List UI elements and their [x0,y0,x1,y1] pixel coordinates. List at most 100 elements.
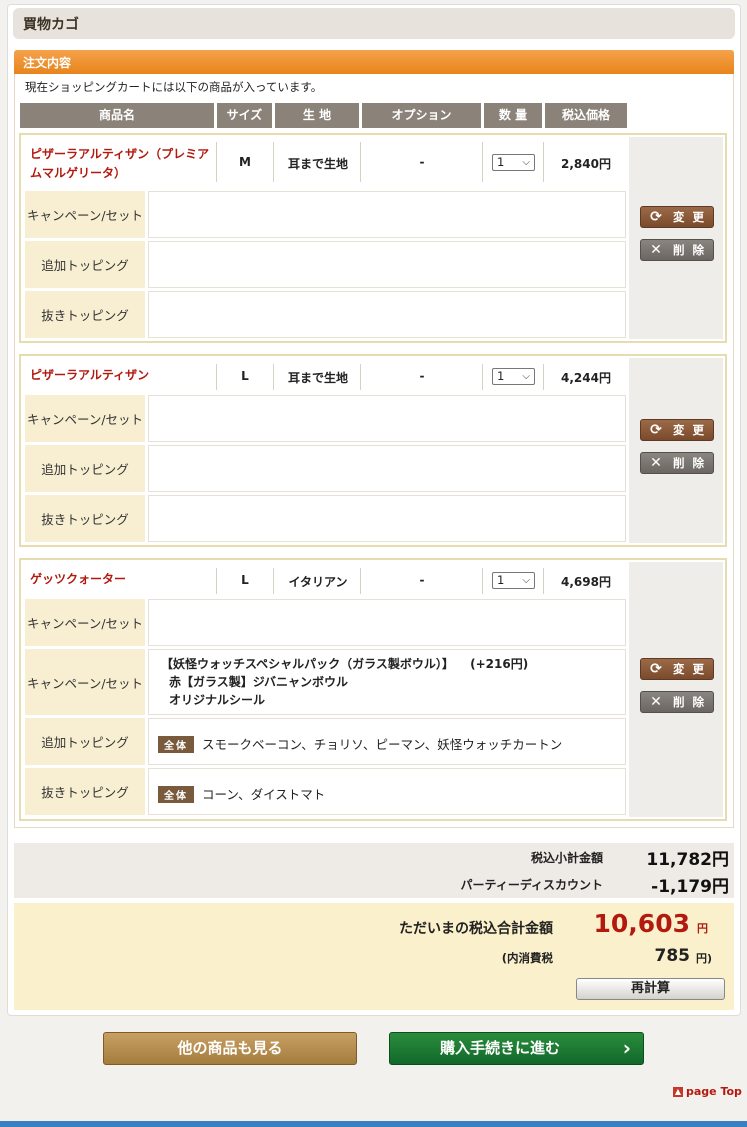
add-toppings-list: スモークベーコン、チョリソ、ピーマン、妖怪ウォッチカートン [202,737,563,752]
item-3-campaign-label: キャンペーン/セット [25,599,145,646]
divider [216,364,217,390]
page-top-label: page Top [686,1085,742,1098]
item-1-size: M [239,155,251,169]
bottom-edge [0,1121,747,1127]
item-2-change-button[interactable]: ⟳ 変 更 [640,419,714,441]
item-3-campaign-content [148,599,626,646]
item-1-quantity-select[interactable]: 1 ⌵ [492,154,535,171]
item-1-remove-topping-content [148,291,626,338]
total-label: ただいまの税込合計金額 [399,921,553,937]
divider [482,364,483,390]
item-3-add-topping-label: 追加トッピング [25,718,145,765]
item-1-option: - [419,155,425,169]
subtotal-value: 11,782円 [646,850,729,870]
header-quantity: 数 量 [484,103,542,128]
divider [360,364,361,390]
item-2-action-column [629,358,723,543]
refresh-icon: ⟳ [650,422,662,438]
item-2-campaign-content [148,395,626,442]
divider [273,364,274,390]
whole-pizza-badge: 全体 [158,736,194,753]
item-3-campaign2-content: 【妖怪ウォッチスペシャルパック（ガラス製ボウル）】 (+216円) 赤【ガラス製… [148,649,626,715]
divider [360,142,361,182]
change-label: 変 更 [673,210,707,224]
item-3-name: ゲッツクォーター [30,572,127,586]
tax-unit: 円) [696,952,713,965]
chevron-right-icon: › [622,1036,631,1060]
close-icon: ✕ [650,694,662,710]
divider [543,568,544,594]
change-label: 変 更 [673,662,707,676]
refresh-icon: ⟳ [650,209,662,225]
item-2-size: L [241,369,249,383]
item-2-delete-button[interactable]: ✕ 削 除 [640,452,714,474]
total-unit: 円 [697,922,708,935]
delete-label: 削 除 [673,695,707,709]
close-icon: ✕ [650,455,662,471]
item-3-quantity-value: 1 [497,573,505,587]
item-2-campaign-label: キャンペーン/セット [25,395,145,442]
item-1-campaign-label: キャンペーン/セット [25,191,145,238]
campaign-pack-name: 【妖怪ウォッチスペシャルパック（ガラス製ボウル）】 [161,657,454,671]
item-2-quantity-select[interactable]: 1 ⌵ [492,368,535,385]
see-more-products-button[interactable]: 他の商品も見る [103,1032,357,1065]
header-option: オプション [362,103,481,128]
divider [360,568,361,594]
item-1-name: ピザーラアルティザン（プレミアムマルゲリータ） [30,147,210,180]
divider [543,364,544,390]
item-3-dough: イタリアン [288,575,348,589]
item-2-option: - [419,369,425,383]
header-size: サイズ [217,103,272,128]
item-2-add-topping-content [148,445,626,492]
checkout-label: 購入手続きに進む [439,1039,560,1057]
item-1-remove-topping-label: 抜きトッピング [25,291,145,338]
item-3-change-button[interactable]: ⟳ 変 更 [640,658,714,680]
item-1-add-topping-content [148,241,626,288]
campaign-pack-price: (+216円) [470,657,529,671]
arrow-up-icon: ▲ [673,1086,683,1097]
divider [543,142,544,182]
item-3-remove-topping-content: 全体 コーン、ダイストマト [148,768,626,815]
item-1-action-column [629,137,723,339]
divider [216,568,217,594]
whole-pizza-badge: 全体 [158,786,194,803]
campaign-pack-item-2: オリジナルシール [169,693,266,707]
discount-label: パーティーディスカウント [460,878,603,892]
item-2-remove-topping-content [148,495,626,542]
tax-value: 785 [654,946,691,966]
recalculate-button[interactable]: 再計算 [576,978,725,1000]
header-dough: 生 地 [275,103,359,128]
close-icon: ✕ [650,242,662,258]
divider [482,142,483,182]
discount-value: -1,179円 [651,877,729,897]
remove-toppings-list: コーン、ダイストマト [202,787,326,802]
chevron-down-icon: ⌵ [522,157,530,168]
divider [482,568,483,594]
cart-intro-text: 現在ショッピングカートには以下の商品が入っています。 [25,80,323,94]
divider [273,568,274,594]
item-3-option: - [419,573,425,587]
item-1-delete-button[interactable]: ✕ 削 除 [640,239,714,261]
delete-label: 削 除 [673,243,707,257]
item-2-name: ピザーラアルティザン [30,368,150,382]
item-3-campaign2-label: キャンペーン/セット [25,649,145,715]
item-1-price: 2,840円 [561,157,611,171]
item-1-change-button[interactable]: ⟳ 変 更 [640,206,714,228]
tax-label: (内消費税 [501,951,553,965]
divider [216,142,217,182]
chevron-down-icon: ⌵ [522,371,530,382]
header-product-name: 商品名 [20,103,214,128]
item-3-quantity-select[interactable]: 1 ⌵ [492,572,535,589]
item-3-remove-topping-label: 抜きトッピング [25,768,145,815]
item-3-delete-button[interactable]: ✕ 削 除 [640,691,714,713]
item-3-add-topping-content: 全体 スモークベーコン、チョリソ、ピーマン、妖怪ウォッチカートン [148,718,626,765]
change-label: 変 更 [673,423,707,437]
section-title: 注文内容 [23,56,72,70]
refresh-icon: ⟳ [650,661,662,677]
chevron-down-icon: ⌵ [522,575,530,586]
item-2-quantity-value: 1 [497,369,505,383]
item-1-quantity-value: 1 [497,155,505,169]
page-top-link[interactable]: ▲ page Top [673,1085,742,1098]
item-2-remove-topping-label: 抜きトッピング [25,495,145,542]
proceed-to-checkout-button[interactable]: 購入手続きに進む › [389,1032,644,1065]
